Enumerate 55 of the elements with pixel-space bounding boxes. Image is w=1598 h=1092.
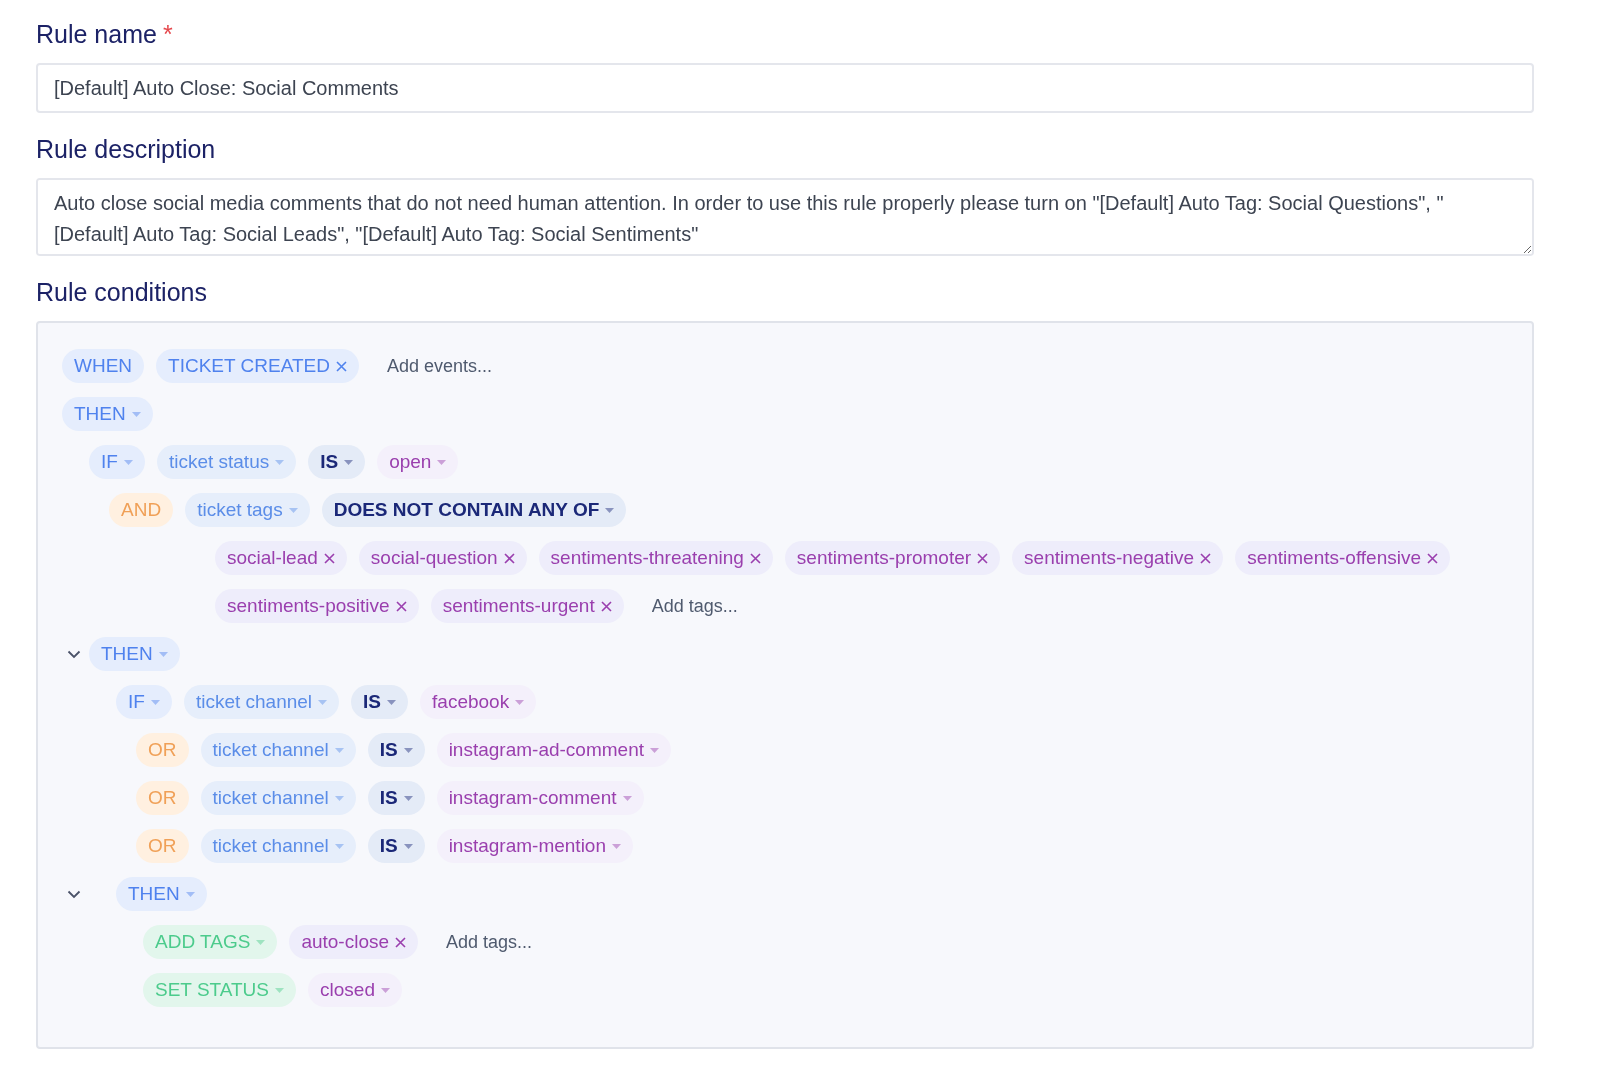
remove-icon[interactable]: [600, 600, 612, 612]
remove-icon[interactable]: [977, 552, 989, 564]
tag-chip[interactable]: sentiments-negative: [1012, 541, 1224, 575]
keyword-dropdown[interactable]: THEN: [116, 877, 207, 911]
value-dropdown[interactable]: instagram-mention: [436, 829, 633, 863]
chevron-icon[interactable]: [67, 889, 81, 899]
field-label: Rule name: [36, 20, 157, 49]
field-dropdown[interactable]: ticket channel: [183, 685, 340, 719]
field-dropdown[interactable]: ticket tags: [185, 493, 310, 527]
remove-icon[interactable]: [1427, 552, 1439, 564]
tag-chip[interactable]: social-question: [358, 541, 527, 575]
keyword-dropdown[interactable]: THEN: [89, 637, 180, 671]
operator-dropdown[interactable]: IS: [351, 685, 409, 719]
operator-dropdown[interactable]: IS: [308, 445, 366, 479]
required-mark: *: [162, 20, 173, 49]
remove-icon[interactable]: [503, 552, 515, 564]
remove-icon[interactable]: [323, 552, 335, 564]
keyword-dropdown[interactable]: IF: [89, 445, 145, 479]
keyword-dropdown[interactable]: THEN: [62, 397, 153, 431]
chevron-icon[interactable]: [67, 649, 81, 659]
event-chip[interactable]: TICKET CREATED: [156, 349, 359, 383]
value-dropdown[interactable]: instagram-comment: [436, 781, 644, 815]
tag-chip[interactable]: auto-close: [289, 925, 419, 959]
remove-icon[interactable]: [1200, 552, 1212, 564]
operator-dropdown[interactable]: IS: [367, 781, 425, 815]
remove-icon[interactable]: [749, 552, 761, 564]
operator-dropdown[interactable]: IS: [367, 733, 425, 767]
field-label: Rule conditions: [36, 278, 207, 307]
remove-icon[interactable]: [395, 936, 407, 948]
value-dropdown[interactable]: closed: [308, 973, 402, 1007]
field-dropdown[interactable]: ticket channel: [200, 781, 356, 815]
tag-chip[interactable]: social-lead: [215, 541, 347, 575]
keyword-dropdown[interactable]: WHEN: [62, 349, 145, 383]
value-dropdown[interactable]: open: [377, 445, 459, 479]
tag-chip[interactable]: sentiments-offensive: [1235, 541, 1451, 575]
tag-chip[interactable]: sentiments-positive: [215, 589, 419, 623]
tag-chip[interactable]: sentiments-threatening: [538, 541, 773, 575]
add-input-field[interactable]: Add events...: [370, 349, 547, 383]
remove-icon[interactable]: [395, 600, 407, 612]
rule-name-input[interactable]: [Default] Auto Close: Social Comments: [36, 63, 1534, 113]
value-dropdown[interactable]: facebook: [420, 685, 537, 719]
field-dropdown[interactable]: ticket channel: [200, 829, 356, 863]
remove-icon[interactable]: [335, 360, 347, 372]
add-input-field[interactable]: Add tags...: [635, 589, 792, 623]
tag-chip[interactable]: sentiments-promoter: [784, 541, 1001, 575]
field-dropdown[interactable]: ticket channel: [200, 733, 356, 767]
field-label: Rule description: [36, 135, 216, 164]
operator-dropdown[interactable]: DOES NOT CONTAIN ANY OF: [321, 493, 627, 527]
keyword-dropdown[interactable]: IF: [116, 685, 172, 719]
value-dropdown[interactable]: instagram-ad-comment: [436, 733, 671, 767]
tag-chip[interactable]: sentiments-urgent: [430, 589, 624, 623]
rule-description-textarea[interactable]: Auto close social media comments that do not need human attention. In order to use this rule properly please turn on "[Default] Auto Tag: Social Questions", "[Default] Auto Tag: Social Leads", "[Default] Auto Tag: Social Sentiments": [36, 178, 1534, 256]
add-input-field[interactable]: Add tags...: [430, 925, 587, 959]
field-dropdown[interactable]: ticket status: [156, 445, 297, 479]
operator-dropdown[interactable]: IS: [367, 829, 425, 863]
